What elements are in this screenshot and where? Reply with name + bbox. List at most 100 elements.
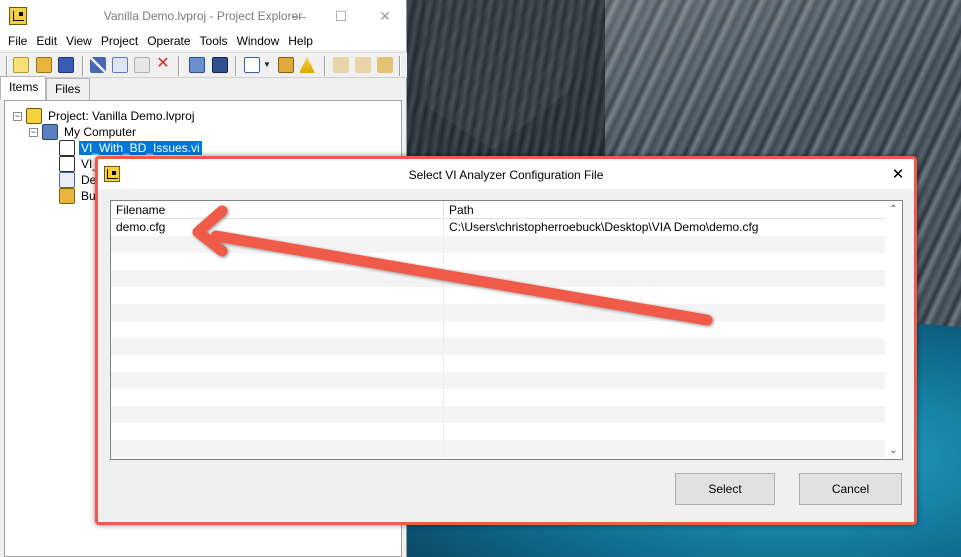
collapse-icon[interactable]: −	[29, 127, 38, 137]
scroll-up-icon[interactable]: ⌃	[885, 201, 902, 218]
menu-window[interactable]: Window	[235, 34, 287, 48]
table-row[interactable]	[111, 236, 887, 253]
new-icon[interactable]	[13, 57, 29, 73]
toolbar-separator	[82, 56, 84, 76]
menu-project[interactable]: Project	[99, 34, 145, 48]
table-row[interactable]	[111, 270, 887, 287]
cell-path	[444, 253, 887, 270]
table-row[interactable]	[111, 287, 887, 304]
menu-edit[interactable]: Edit	[34, 34, 64, 48]
tree-item-dependencies[interactable]: De	[55, 172, 98, 188]
cell-path	[444, 236, 887, 253]
cell-filename	[111, 389, 444, 406]
vertical-scrollbar[interactable]: ⌃ ⌄	[885, 201, 902, 459]
table-row[interactable]	[111, 406, 887, 423]
close-button[interactable]: ✕	[362, 0, 408, 32]
menu-tools[interactable]: Tools	[198, 34, 235, 48]
save-all-icon[interactable]	[58, 57, 74, 73]
table-row[interactable]	[111, 338, 887, 355]
cancel-button[interactable]: Cancel	[799, 473, 902, 505]
table-row[interactable]	[111, 355, 887, 372]
cell-filename: demo.cfg	[111, 219, 444, 236]
deploy-icon[interactable]	[212, 57, 228, 73]
minimize-button[interactable]: —	[276, 0, 322, 32]
cell-filename	[111, 440, 444, 457]
chevron-down-icon[interactable]: ▼	[263, 57, 271, 73]
menu-bar: File Edit View Project Operate Tools Win…	[0, 32, 406, 50]
tab-items[interactable]: Items	[0, 76, 46, 100]
table-row[interactable]	[111, 423, 887, 440]
cell-path	[444, 270, 887, 287]
tree-item-project[interactable]: − Project: Vanilla Demo.lvproj	[13, 108, 197, 124]
computer-icon	[42, 124, 58, 140]
cell-path: C:\Users\christopherroebuck\Desktop\VIA …	[449, 220, 759, 234]
column-header-path[interactable]: Path	[444, 201, 887, 219]
vi-icon	[59, 156, 75, 172]
table-row[interactable]	[111, 389, 887, 406]
cell-path	[444, 440, 887, 457]
table-row[interactable]: demo.cfg C:\Users\christopherroebuck\Desk…	[111, 219, 887, 236]
open-folder-icon[interactable]	[36, 57, 52, 73]
list-header: Filename Path	[111, 201, 887, 219]
cell-path	[444, 304, 887, 321]
config-file-list[interactable]: Filename Path demo.cfg C:\Users\christoph…	[110, 200, 903, 460]
dialog-close-button[interactable]: ✕	[888, 164, 908, 184]
menu-help[interactable]: Help	[286, 34, 320, 48]
tab-files[interactable]: Files	[46, 78, 90, 100]
toolbar-separator	[324, 56, 326, 76]
cut-icon[interactable]	[90, 57, 106, 73]
cell-filename	[111, 321, 444, 338]
project-explorer-titlebar[interactable]: Vanilla Demo.lvproj - Project Explorer —…	[0, 0, 406, 32]
table-row[interactable]	[111, 304, 887, 321]
vi-icon	[59, 140, 75, 156]
cell-path	[444, 406, 887, 423]
view-options-icon[interactable]	[244, 57, 260, 73]
cell-filename	[111, 338, 444, 355]
cell-filename	[111, 355, 444, 372]
toolbar-separator	[6, 56, 8, 76]
cell-path	[444, 321, 887, 338]
toolbar-separator	[399, 56, 401, 76]
cell-path	[444, 423, 887, 440]
collapse-all-icon[interactable]	[355, 57, 371, 73]
paste-icon[interactable]	[134, 57, 150, 73]
column-header-filename[interactable]: Filename	[111, 201, 444, 219]
tree-item-build-specifications[interactable]: Bu	[55, 188, 98, 204]
table-row[interactable]	[111, 321, 887, 338]
warning-icon[interactable]	[299, 57, 315, 73]
cell-filename	[111, 406, 444, 423]
select-button[interactable]: Select	[675, 473, 775, 505]
collapse-icon[interactable]: −	[13, 111, 22, 121]
menu-file[interactable]: File	[6, 34, 34, 48]
menu-view[interactable]: View	[64, 34, 99, 48]
tree-item-vi[interactable]: VI_With_BD_Issues.vi	[55, 140, 202, 156]
resolve-conflicts-icon[interactable]	[278, 57, 294, 73]
cell-filename	[111, 270, 444, 287]
scroll-down-icon[interactable]: ⌄	[885, 442, 902, 459]
refresh-icon[interactable]	[377, 57, 393, 73]
cell-filename	[111, 236, 444, 253]
select-config-dialog: Select VI Analyzer Configuration File ✕ …	[98, 159, 914, 522]
list-rows: demo.cfg C:\Users\christopherroebuck\Desk…	[111, 219, 887, 459]
build-specifications-icon	[59, 188, 75, 204]
expand-all-icon[interactable]	[333, 57, 349, 73]
dialog-titlebar[interactable]: Select VI Analyzer Configuration File ✕	[98, 159, 914, 189]
menu-operate[interactable]: Operate	[145, 34, 197, 48]
table-row[interactable]	[111, 253, 887, 270]
tree-label-my-computer: My Computer	[64, 125, 137, 139]
cell-path	[444, 355, 887, 372]
tree-item-my-computer[interactable]: − My Computer	[29, 124, 138, 140]
project-tabs: Items Files	[0, 76, 407, 100]
cell-filename	[111, 287, 444, 304]
cell-filename	[111, 372, 444, 389]
dialog-title: Select VI Analyzer Configuration File	[408, 168, 604, 182]
toolbar: ✕ ▼	[0, 52, 407, 78]
build-icon[interactable]	[189, 57, 205, 73]
tree-label-vi-with-bd-issues: VI_With_BD_Issues.vi	[79, 141, 202, 155]
copy-icon[interactable]	[112, 57, 128, 73]
cell-path	[444, 338, 887, 355]
maximize-button[interactable]: ☐	[318, 0, 364, 32]
table-row[interactable]	[111, 372, 887, 389]
delete-icon[interactable]: ✕	[155, 56, 171, 73]
table-row[interactable]	[111, 440, 887, 457]
